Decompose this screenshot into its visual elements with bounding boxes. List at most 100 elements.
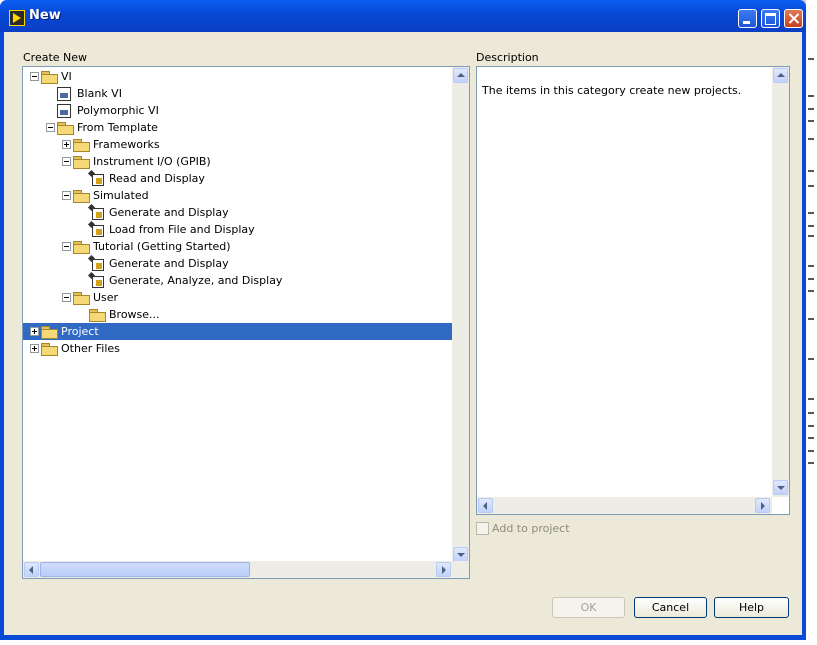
folder-icon [73, 139, 90, 152]
tree-item[interactable]: Project [23, 323, 452, 340]
tree-item-label: Other Files [61, 342, 120, 355]
tree-item[interactable]: VI [23, 68, 443, 85]
template-icon [87, 169, 105, 187]
background-text-fragment [808, 450, 814, 452]
background-text-fragment [808, 462, 814, 464]
collapse-icon[interactable] [46, 123, 55, 132]
tree-horizontal-scrollbar[interactable] [23, 561, 469, 578]
tree-item-label: Generate and Display [109, 206, 229, 219]
chevron-right-icon [761, 502, 765, 510]
tree-item[interactable]: From Template [23, 119, 443, 136]
tree-item[interactable]: Load from File and Display [23, 220, 443, 238]
background-text-fragment [808, 398, 814, 400]
description-label: Description [476, 51, 539, 64]
chevron-left-icon [29, 566, 33, 574]
folder-icon [73, 156, 90, 169]
tree-item[interactable]: Read and Display [23, 169, 443, 187]
description-horizontal-scrollbar[interactable] [477, 497, 772, 514]
expand-icon[interactable] [30, 327, 39, 336]
tree-item-label: Frameworks [93, 138, 160, 151]
ok-button[interactable]: OK [552, 597, 625, 618]
tree-item[interactable]: Other Files [23, 340, 443, 357]
background-document-edge [806, 0, 817, 645]
chevron-right-icon [442, 566, 446, 574]
tree-item-label: Generate and Display [109, 257, 229, 270]
tree-item[interactable]: User [23, 289, 443, 306]
background-text-fragment [808, 212, 814, 214]
tree-item-label: Load from File and Display [109, 223, 255, 236]
background-text-fragment [808, 412, 814, 414]
scroll-left-button[interactable] [24, 562, 39, 577]
folder-icon [41, 326, 58, 339]
background-text-fragment [808, 290, 814, 292]
tree-item-label: Project [61, 325, 99, 338]
scroll-thumb[interactable] [40, 562, 250, 577]
background-text-fragment [808, 437, 814, 439]
expand-icon[interactable] [30, 344, 39, 353]
collapse-icon[interactable] [30, 72, 39, 81]
tree-item-label: VI [61, 70, 72, 83]
description-vertical-scrollbar[interactable] [772, 67, 789, 497]
background-text-fragment [808, 58, 814, 60]
tree-item-label: Blank VI [77, 87, 122, 100]
template-icon [87, 271, 105, 289]
collapse-icon[interactable] [62, 191, 71, 200]
tree-item-label: Tutorial (Getting Started) [93, 240, 231, 253]
tree-item[interactable]: Browse... [23, 306, 443, 323]
tree-item[interactable]: Frameworks [23, 136, 443, 153]
tree-item[interactable]: Generate and Display [23, 254, 443, 272]
tree-item-label: User [93, 291, 119, 304]
tree-item[interactable]: Blank VI [23, 85, 443, 102]
background-text-fragment [808, 235, 814, 237]
template-icon [87, 203, 105, 221]
scroll-down-button[interactable] [453, 547, 468, 562]
tree-item[interactable]: Tutorial (Getting Started) [23, 238, 443, 255]
background-text-fragment [808, 265, 814, 267]
folder-icon [73, 190, 90, 203]
tree-item-label: Browse... [109, 308, 160, 321]
maximize-button[interactable] [761, 9, 780, 28]
collapse-icon[interactable] [62, 293, 71, 302]
tree-item-label: Generate, Analyze, and Display [109, 274, 283, 287]
create-new-label: Create New [23, 51, 88, 64]
chevron-down-icon [457, 553, 465, 557]
scroll-left-button[interactable] [478, 498, 493, 513]
cancel-button[interactable]: Cancel [634, 597, 707, 618]
minimize-button[interactable] [738, 9, 757, 28]
background-text-fragment [808, 318, 814, 320]
tree-item[interactable]: Simulated [23, 187, 443, 204]
background-text-fragment [808, 278, 814, 280]
new-dialog: New Create New Description VI Blank VI Pol… [0, 0, 806, 640]
collapse-icon[interactable] [62, 157, 71, 166]
scroll-up-button[interactable] [453, 68, 468, 83]
close-button[interactable] [784, 9, 803, 28]
help-button[interactable]: Help [714, 597, 789, 618]
background-text-fragment [808, 108, 814, 110]
tree-item[interactable]: Polymorphic VI [23, 102, 443, 119]
title-bar[interactable]: New [0, 0, 806, 32]
tree-item[interactable]: Generate, Analyze, and Display [23, 271, 443, 289]
chevron-up-icon [457, 73, 465, 77]
background-text-fragment [808, 425, 814, 427]
chevron-down-icon [777, 486, 785, 490]
scroll-up-button[interactable] [773, 68, 788, 83]
background-text-fragment [808, 120, 814, 122]
description-text: The items in this category create new pr… [482, 84, 742, 97]
scroll-right-button[interactable] [436, 562, 451, 577]
expand-icon[interactable] [62, 140, 71, 149]
create-new-tree[interactable]: VI Blank VI Polymorphic VI From Template Fra… [22, 66, 470, 579]
tree-item[interactable]: Instrument I/O (GPIB) [23, 153, 443, 170]
scroll-down-button[interactable] [773, 480, 788, 495]
tree-vertical-scrollbar[interactable] [452, 67, 469, 563]
collapse-icon[interactable] [62, 242, 71, 251]
background-text-fragment [808, 95, 814, 97]
folder-icon [57, 122, 74, 135]
add-to-project-label: Add to project [492, 522, 570, 535]
vi-icon [57, 104, 71, 118]
add-to-project-checkbox[interactable] [476, 522, 489, 535]
scroll-right-button[interactable] [755, 498, 770, 513]
folder-icon [41, 343, 58, 356]
tree-item[interactable]: Generate and Display [23, 203, 443, 221]
template-icon [87, 254, 105, 272]
dialog-client-area: Create New Description VI Blank VI Polymor… [4, 32, 802, 635]
